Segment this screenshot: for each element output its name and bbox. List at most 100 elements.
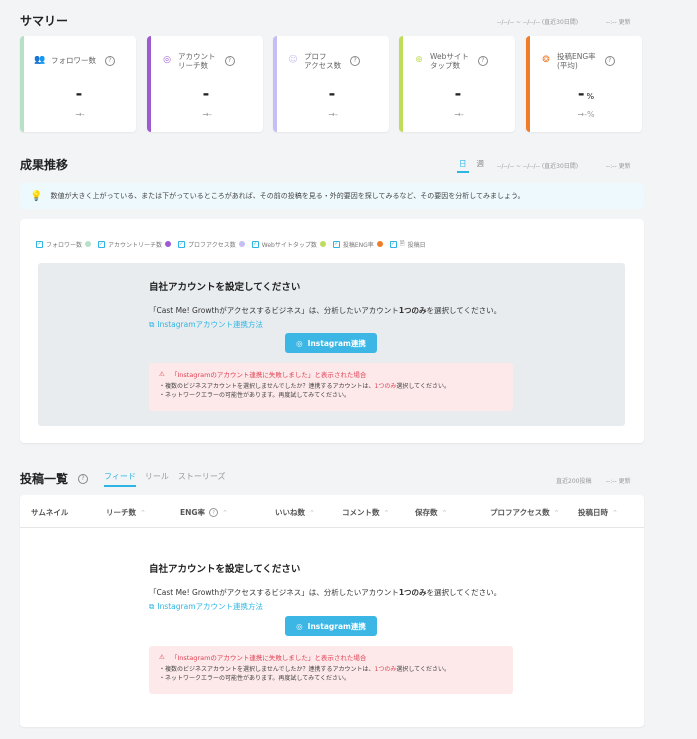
legend-label: 投稿日 <box>407 241 426 249</box>
column-header[interactable]: コメント数 ⌃ <box>342 507 389 518</box>
posts-setup-help-link[interactable]: ⧉ Instagramアカウント連携方法 <box>149 601 529 612</box>
kpi-card-header: ◎ アカウント リーチ数? <box>161 50 255 72</box>
kpi-label: アカウント リーチ数 <box>178 51 216 70</box>
trend-title: 成果推移 <box>20 158 69 172</box>
help-icon[interactable]: ? <box>477 56 488 66</box>
posts-tabs: フィード リール ストーリーズ <box>104 471 225 487</box>
checkbox-icon[interactable]: ✓ <box>178 240 186 248</box>
help-icon[interactable]: ? <box>78 473 89 484</box>
trend-updated: --:-- 更新 <box>606 163 631 170</box>
posts-instagram-connect-button[interactable]: ◎ Instagram連携 <box>285 616 377 636</box>
kpi-diff: →- <box>202 110 212 119</box>
legend-color-dot <box>85 241 92 247</box>
kpi-diff: →- <box>328 110 338 119</box>
tab-feed[interactable]: フィード <box>104 471 136 487</box>
web-icon: ⊕ <box>415 55 423 66</box>
kpi-value: - <box>454 84 462 103</box>
sort-icon[interactable]: ⌃ <box>309 509 315 517</box>
column-header[interactable]: 保存数 ⌃ <box>415 507 447 518</box>
column-header[interactable]: 投稿日時 ⌃ <box>578 507 618 518</box>
legend-label: プロフアクセス数 <box>188 241 236 249</box>
legend-item[interactable]: ✓ Webサイトタップ数 <box>251 240 326 249</box>
kpi-value: -% <box>577 84 595 103</box>
instagram-connect-button[interactable]: ◎ Instagram連携 <box>285 333 377 353</box>
legend-item[interactable]: ✓ フォロワー数 <box>36 240 92 249</box>
help-icon[interactable]: ? <box>350 56 361 66</box>
trend-chart-card: ✓ フォロワー数 ✓ アカウントリーチ数 ✓ プロフアクセス数 ✓ Webサイトタップ数 ✓ 投稿… <box>20 219 644 443</box>
checkbox-icon[interactable]: ✓ <box>251 240 259 248</box>
checkbox-icon[interactable]: ✓ <box>389 240 397 248</box>
table-header: サムネイル リーチ数 ⌃ ENG率? ⌃ いいね数 ⌃ コメント数 ⌃ 保存数 ⌃ プロフアクセス数 ⌃… <box>20 495 644 528</box>
posts-setup-description: 「Cast Me! Growthがアクセスするビジネス」は、分析したいアカウント… <box>149 588 502 597</box>
kpi-card-header: 👥 フォロワー数? <box>34 50 128 72</box>
checkbox-icon[interactable]: ✓ <box>98 240 106 248</box>
column-header: サムネイル <box>31 507 68 518</box>
followers-icon: 👥 <box>34 55 46 66</box>
sort-icon[interactable]: ⌃ <box>222 509 228 517</box>
sort-icon[interactable]: ⌃ <box>140 509 146 517</box>
sort-icon[interactable]: ⌃ <box>554 509 560 517</box>
checkbox-icon[interactable]: ✓ <box>332 240 340 248</box>
kpi-card: 👥 フォロワー数? - →- <box>20 36 136 132</box>
chart-setup-panel: 自社アカウントを設定してください 「Cast Me! Growthがアクセスする… <box>38 263 625 426</box>
tab-stories[interactable]: ストーリーズ <box>178 471 226 487</box>
kpi-label: 投稿ENG率 (平均) <box>557 51 596 70</box>
tab-reel[interactable]: リール <box>145 471 169 487</box>
setup-description: 「Cast Me! Growthがアクセスするビジネス」は、分析したいアカウント… <box>149 306 502 315</box>
trend-period-tabs: 日 週 <box>457 158 484 173</box>
kpi-diff: →-% <box>577 110 595 119</box>
legend-item[interactable]: ✓ 投稿ENG率 <box>332 240 383 249</box>
tab-day[interactable]: 日 <box>457 158 469 173</box>
setup-title: 自社アカウントを設定してください <box>149 282 301 293</box>
legend-item[interactable]: ✓ 🗎 投稿日 <box>389 239 426 249</box>
legend-item[interactable]: ✓ プロフアクセス数 <box>178 240 245 249</box>
reach-icon: ◎ <box>163 55 171 66</box>
instagram-icon: ◎ <box>296 621 303 631</box>
posts-table-card: サムネイル リーチ数 ⌃ ENG率? ⌃ いいね数 ⌃ コメント数 ⌃ 保存数 ⌃ プロフアクセス数 ⌃… <box>20 495 644 727</box>
legend-color-dot <box>319 241 326 247</box>
checkbox-icon[interactable]: ✓ <box>36 240 43 248</box>
column-header[interactable]: リーチ数 ⌃ <box>106 507 146 518</box>
column-header[interactable]: ENG率? ⌃ <box>180 507 228 518</box>
column-header[interactable]: プロフアクセス数 ⌃ <box>490 507 560 518</box>
posts-header: 投稿一覧 ? フィード リール ストーリーズ <box>20 470 225 487</box>
kpi-card: ❂ 投稿ENG率 (平均)? -% →-% <box>526 36 642 132</box>
kpi-card: ◎ アカウント リーチ数? - →- <box>147 36 263 132</box>
kpi-card: ⊕ Webサイト タップ数? - →- <box>399 36 515 132</box>
document-icon: 🗎 <box>399 240 405 247</box>
kpi-card-header: ❂ 投稿ENG率 (平均)? <box>540 50 634 72</box>
help-icon[interactable]: ? <box>604 56 615 66</box>
setup-warning: ⚠ 「Instagramのアカウント連携に失敗しました」と表示された場合 ・複数の… <box>149 363 513 411</box>
legend-color-dot <box>376 241 383 247</box>
summary-updated: --:-- 更新 <box>606 19 631 26</box>
chart-legend: ✓ フォロワー数 ✓ アカウントリーチ数 ✓ プロフアクセス数 ✓ Webサイトタップ数 ✓ 投稿… <box>36 239 426 249</box>
help-icon[interactable]: ? <box>105 56 115 66</box>
help-icon[interactable]: ? <box>224 56 235 66</box>
kpi-card: ☺ プロフ アクセス数? - →- <box>273 36 389 132</box>
trend-period: --/--/-- ~ --/--/-- (直近30日間) <box>497 163 579 170</box>
posts-setup-title: 自社アカウントを設定してください <box>149 564 301 575</box>
sort-icon[interactable]: ⌃ <box>384 509 390 517</box>
lightbulb-icon: 💡 <box>30 190 43 202</box>
sort-icon[interactable]: ⌃ <box>612 509 618 517</box>
column-header[interactable]: いいね数 ⌃ <box>275 507 315 518</box>
legend-item[interactable]: ✓ アカウントリーチ数 <box>98 240 172 249</box>
kpi-diff: →- <box>454 110 464 119</box>
tab-week[interactable]: 週 <box>477 158 485 173</box>
kpi-diff: →- <box>75 110 85 119</box>
legend-color-dot <box>165 241 172 247</box>
legend-label: フォロワー数 <box>46 241 83 249</box>
kpi-value: - <box>328 84 336 103</box>
kpi-card-header: ⊕ Webサイト タップ数? <box>413 50 507 72</box>
column-label: コメント数 <box>342 508 380 517</box>
column-label: いいね数 <box>275 508 305 517</box>
setup-help-link[interactable]: ⧉ Instagramアカウント連携方法 <box>149 319 519 330</box>
column-label: プロフアクセス数 <box>490 508 550 517</box>
help-icon[interactable]: ? <box>209 508 219 517</box>
warning-icon: ⚠ <box>159 370 165 378</box>
instagram-icon: ◎ <box>296 338 303 348</box>
sort-icon[interactable]: ⌃ <box>442 509 448 517</box>
profile-icon: ☺ <box>288 55 298 66</box>
column-label: リーチ数 <box>106 508 136 517</box>
legend-label: アカウントリーチ数 <box>108 241 163 249</box>
